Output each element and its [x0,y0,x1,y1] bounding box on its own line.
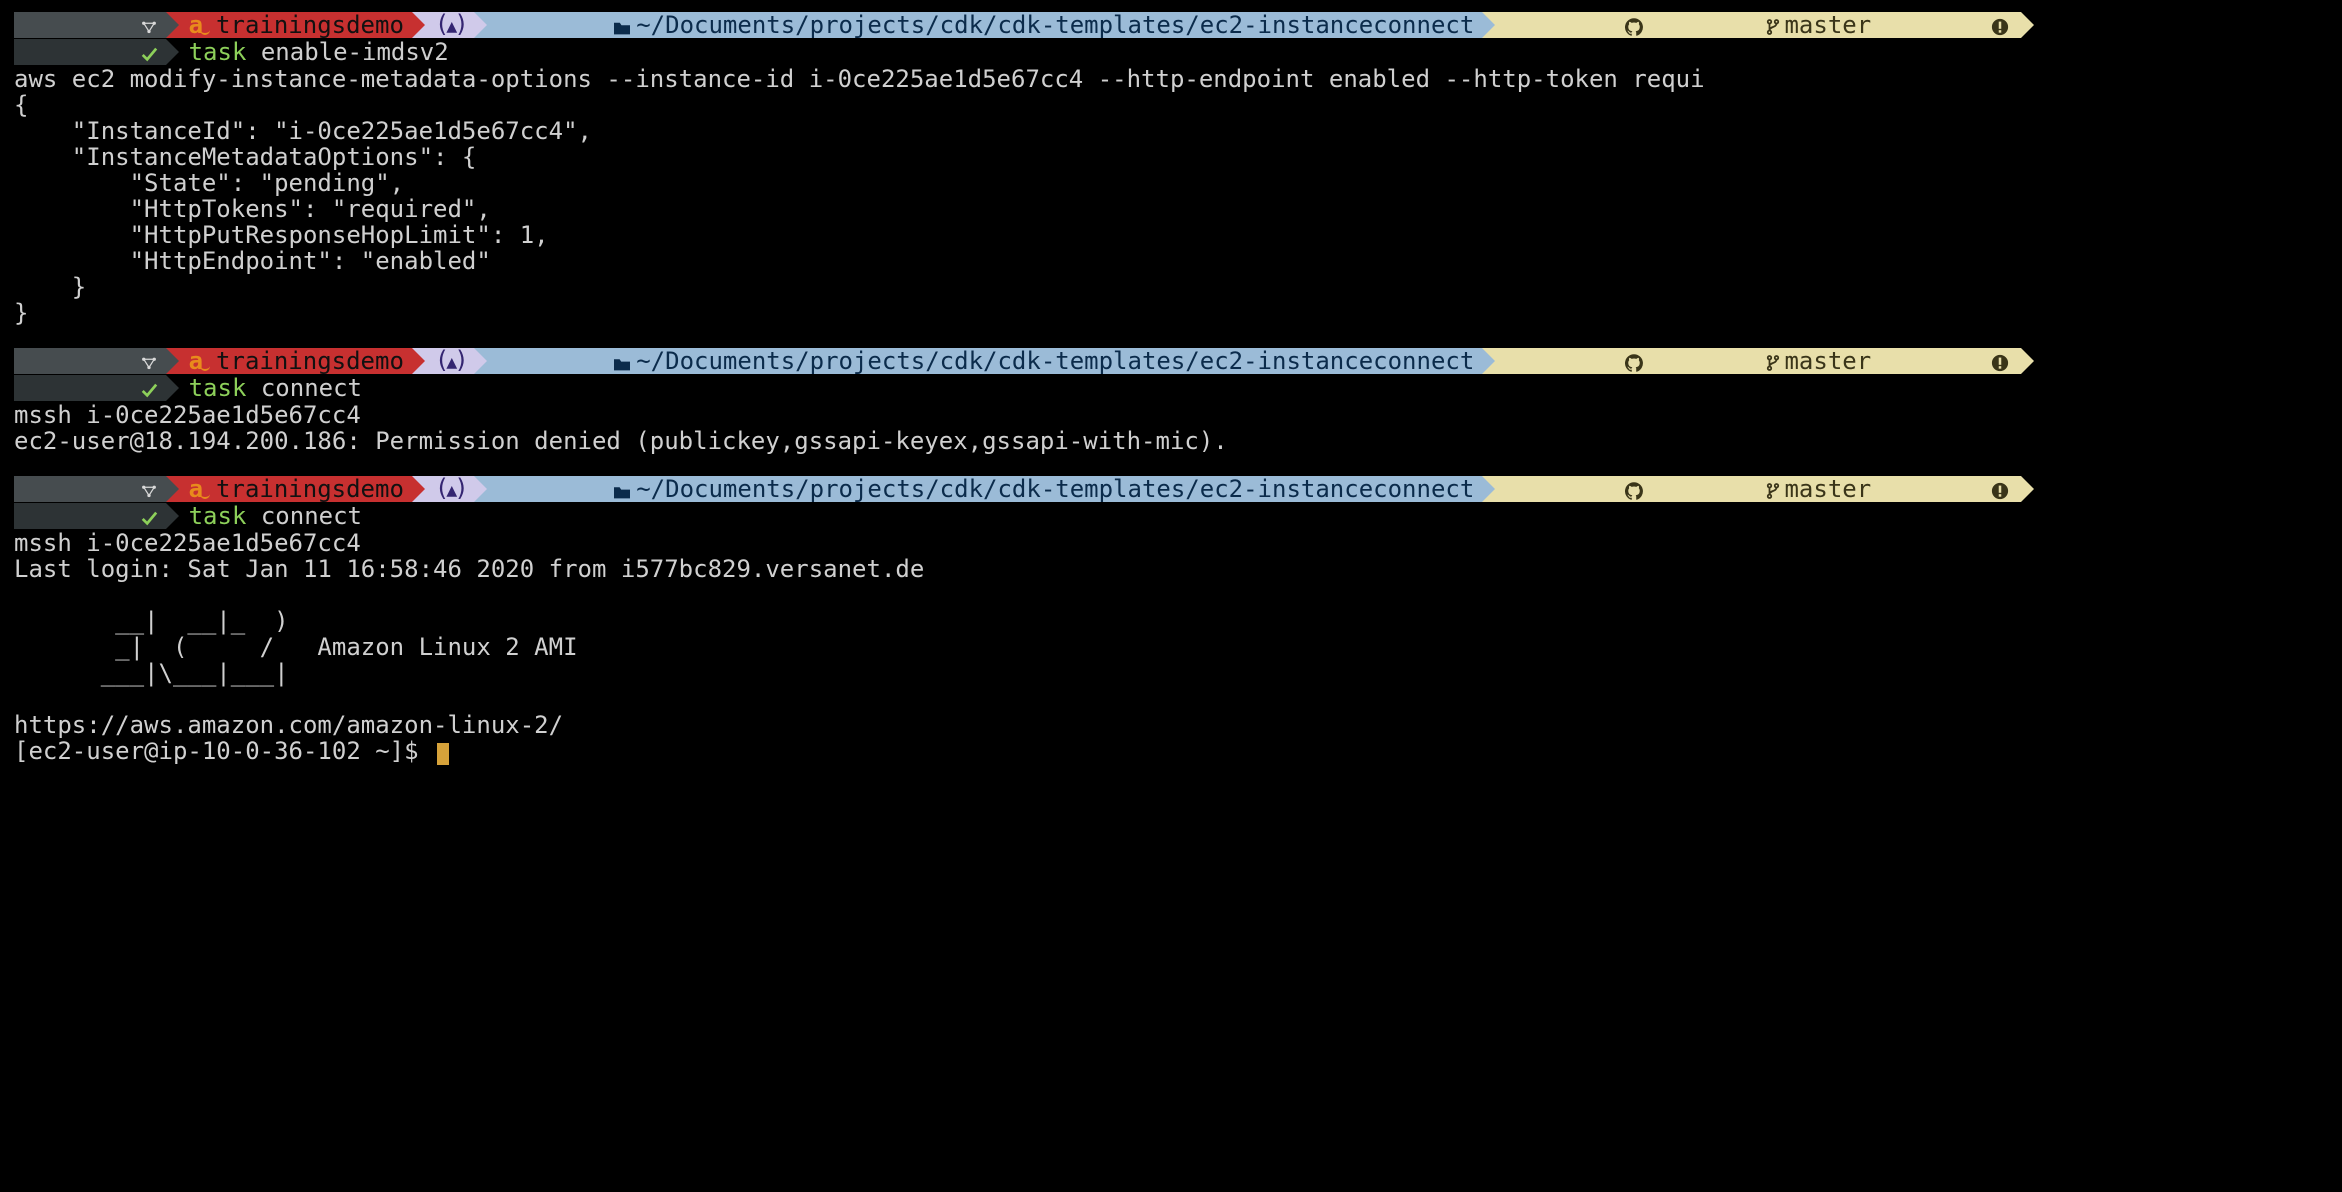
command-text: task enable-imdsv2 [179,39,449,65]
command-output[interactable]: mssh i-0ce225ae1d5e67cc4 Last login: Sat… [14,530,2342,765]
aws-profile-text: trainingsdemo [216,348,404,374]
env-segment: (▲) [425,12,474,38]
github-icon [1509,322,1643,400]
aws-profile-segment: a trainingsdemo [179,348,412,374]
aws-profile-segment: a trainingsdemo [179,476,412,502]
github-icon [1509,0,1643,64]
warning-icon [1875,450,2009,528]
git-branch-icon [1651,0,1781,64]
git-segment: master [1495,476,2020,502]
path-segment: ~/Documents/projects/cdk/cdk-templates/e… [487,476,1483,502]
check-icon [24,349,158,427]
path-text: ~/Documents/projects/cdk/cdk-templates/e… [636,12,1474,38]
path-segment: ~/Documents/projects/cdk/cdk-templates/e… [487,348,1483,374]
command-output: aws ec2 modify-instance-metadata-options… [14,66,2342,326]
git-branch-icon [1651,450,1781,528]
aws-smile-icon [200,23,210,35]
terminal-block-3: a trainingsdemo (▲) ~/Documents/projects… [14,476,2342,765]
git-segment: master [1495,348,2020,374]
hexagon-icon: (▲) [435,347,466,376]
git-branch-text: master [1784,348,1871,374]
folder-icon [497,0,633,64]
output-text: mssh i-0ce225ae1d5e67cc4 Last login: Sat… [14,529,924,765]
env-segment: (▲) [425,476,474,502]
command-text: task connect [179,375,362,401]
path-segment: ~/Documents/projects/cdk/cdk-templates/e… [487,12,1483,38]
warning-icon [1875,0,2009,64]
status-segment [14,375,166,401]
folder-icon [497,450,633,528]
aws-profile-text: trainingsdemo [216,476,404,502]
powerline-prompt: a trainingsdemo (▲) ~/Documents/projects… [14,348,2342,374]
git-branch-text: master [1784,12,1871,38]
aws-smile-icon [200,487,210,499]
terminal-cursor [437,743,449,765]
check-icon [24,477,158,555]
git-branch-icon [1651,322,1781,400]
aws-smile-icon [200,359,210,371]
status-segment [14,39,166,65]
hexagon-icon: (▲) [435,11,466,40]
powerline-prompt: a trainingsdemo (▲) ~/Documents/projects… [14,12,2342,38]
command-output: mssh i-0ce225ae1d5e67cc4 ec2-user@18.194… [14,402,2342,454]
hexagon-icon: (▲) [435,475,466,504]
folder-icon [497,322,633,400]
env-segment: (▲) [425,348,474,374]
aws-profile-text: trainingsdemo [216,12,404,38]
git-branch-text: master [1784,476,1871,502]
warning-icon [1875,322,2009,400]
aws-profile-segment: a trainingsdemo [179,12,412,38]
github-icon [1509,450,1643,528]
path-text: ~/Documents/projects/cdk/cdk-templates/e… [636,476,1474,502]
terminal-block-1: a trainingsdemo (▲) ~/Documents/projects… [14,12,2342,326]
git-segment: master [1495,12,2020,38]
terminal-block-2: a trainingsdemo (▲) ~/Documents/projects… [14,348,2342,454]
path-text: ~/Documents/projects/cdk/cdk-templates/e… [636,348,1474,374]
powerline-prompt: a trainingsdemo (▲) ~/Documents/projects… [14,476,2342,502]
command-text: task connect [179,503,362,529]
status-segment [14,503,166,529]
check-icon [24,13,158,91]
